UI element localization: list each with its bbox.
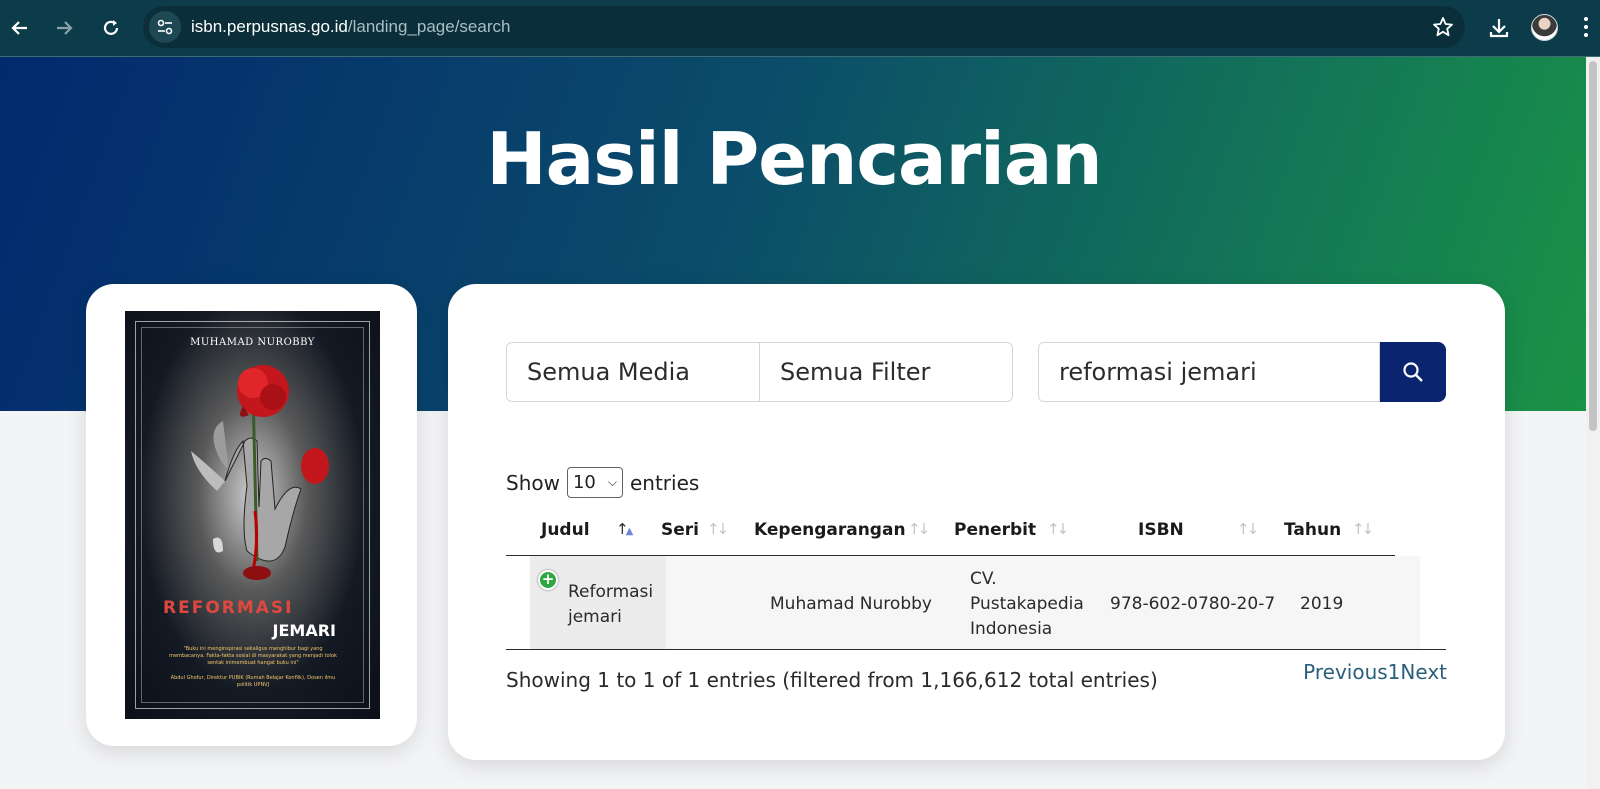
cover-quote: "Buku ini menginspirasi sekaligus menghi… xyxy=(169,646,337,666)
search-icon xyxy=(1403,362,1423,382)
search-results-card: Semua Media Semua Filter reformasi jemar… xyxy=(448,284,1505,760)
cell-isbn: 978-602-0780-20-7 xyxy=(1110,594,1276,614)
media-dropdown[interactable]: Semua Media xyxy=(506,342,760,402)
arrow-left-icon xyxy=(11,21,27,35)
pagination-next[interactable]: Next xyxy=(1400,660,1447,684)
cover-title-line1: REFORMASI xyxy=(163,598,294,618)
page-scrollbar[interactable] xyxy=(1586,57,1600,789)
star-icon xyxy=(1433,17,1453,37)
sort-icon[interactable]: ↑↓ xyxy=(1352,520,1374,538)
entries-select[interactable]: 10 ⌵ xyxy=(566,467,623,498)
cover-credit: Abdul Ghofur, Direktur PUBIK (Rumah Bela… xyxy=(170,675,336,688)
sort-icon[interactable]: ↑↓ xyxy=(908,520,930,538)
scrollbar-thumb[interactable] xyxy=(1589,61,1597,431)
search-input[interactable]: reformasi jemari xyxy=(1038,342,1380,402)
chevron-down-icon: ⌵ xyxy=(607,475,617,489)
site-info-button[interactable] xyxy=(149,11,181,43)
cell-judul[interactable]: Reformasi jemari xyxy=(568,580,653,630)
entries-label: entries xyxy=(629,470,700,495)
download-icon xyxy=(1489,19,1509,38)
cell-penerbit: CV. Pustakapedia Indonesia xyxy=(970,567,1084,642)
url-text: isbn.perpusnas.go.id/landing_page/search xyxy=(191,17,510,37)
expand-row-button[interactable]: + xyxy=(538,570,558,590)
address-bar[interactable]: isbn.perpusnas.go.id/landing_page/search xyxy=(143,6,1465,48)
cell-penerbit-line3: Indonesia xyxy=(970,619,1053,639)
kebab-menu-icon[interactable] xyxy=(1584,17,1588,39)
search-button[interactable] xyxy=(1380,342,1446,402)
arrow-right-icon xyxy=(57,21,73,35)
profile-avatar[interactable] xyxy=(1531,14,1558,41)
sort-icon[interactable]: ↑↓ xyxy=(707,520,729,538)
column-header-judul[interactable]: Judul xyxy=(541,520,590,540)
bookmark-button[interactable] xyxy=(1431,15,1455,39)
table-info: Showing 1 to 1 of 1 entries (filtered fr… xyxy=(506,668,1158,692)
book-cover-card: MUHAMAD NUROBBY REFORMASI JEMARI "Buku i… xyxy=(86,284,417,746)
forward-button[interactable] xyxy=(49,13,79,43)
cell-kepengarangan: Muhamad Nurobby xyxy=(770,594,932,614)
browser-toolbar: isbn.perpusnas.go.id/landing_page/search xyxy=(0,0,1600,57)
page-title: Hasil Pencarian xyxy=(486,117,1102,201)
cover-title-line2: JEMARI xyxy=(272,621,336,640)
table-bottom-divider xyxy=(506,649,1446,650)
book-cover-image[interactable]: MUHAMAD NUROBBY REFORMASI JEMARI "Buku i… xyxy=(125,311,380,719)
show-label: Show xyxy=(506,470,560,495)
cell-tahun: 2019 xyxy=(1300,594,1344,614)
url-host: isbn.perpusnas.go.id xyxy=(191,17,348,36)
filter-dropdown[interactable]: Semua Filter xyxy=(759,342,1013,402)
reload-button[interactable] xyxy=(96,13,126,43)
column-header-tahun[interactable]: Tahun xyxy=(1284,520,1341,540)
column-header-seri[interactable]: Seri xyxy=(661,520,699,540)
cell-judul-line1: Reformasi xyxy=(568,582,654,602)
tune-icon xyxy=(157,19,173,35)
url-path: /landing_page/search xyxy=(347,17,511,36)
entries-length-control: Show 10 ⌵ entries xyxy=(506,467,699,498)
cell-judul-line2: jemari xyxy=(568,607,622,627)
cell-penerbit-line2: Pustakapedia xyxy=(970,594,1084,614)
sort-icon[interactable]: ↑↓ xyxy=(1047,520,1069,538)
pagination-previous[interactable]: Previous xyxy=(1303,660,1388,684)
back-button[interactable] xyxy=(5,13,35,43)
cell-penerbit-line1: CV. xyxy=(970,569,997,589)
column-header-penerbit[interactable]: Penerbit xyxy=(954,520,1036,540)
column-header-isbn[interactable]: ISBN xyxy=(1138,520,1184,540)
downloads-button[interactable] xyxy=(1484,13,1514,43)
sort-asc-icon[interactable]: ↑▲ xyxy=(616,520,633,538)
sort-icon[interactable]: ↑↓ xyxy=(1237,520,1259,538)
column-header-kepengarangan[interactable]: Kepengarangan xyxy=(754,520,906,540)
entries-value: 10 xyxy=(572,472,596,493)
pagination-page-1[interactable]: 1 xyxy=(1388,660,1401,684)
pagination: Previous1Next xyxy=(1303,660,1447,684)
reload-icon xyxy=(103,20,119,35)
